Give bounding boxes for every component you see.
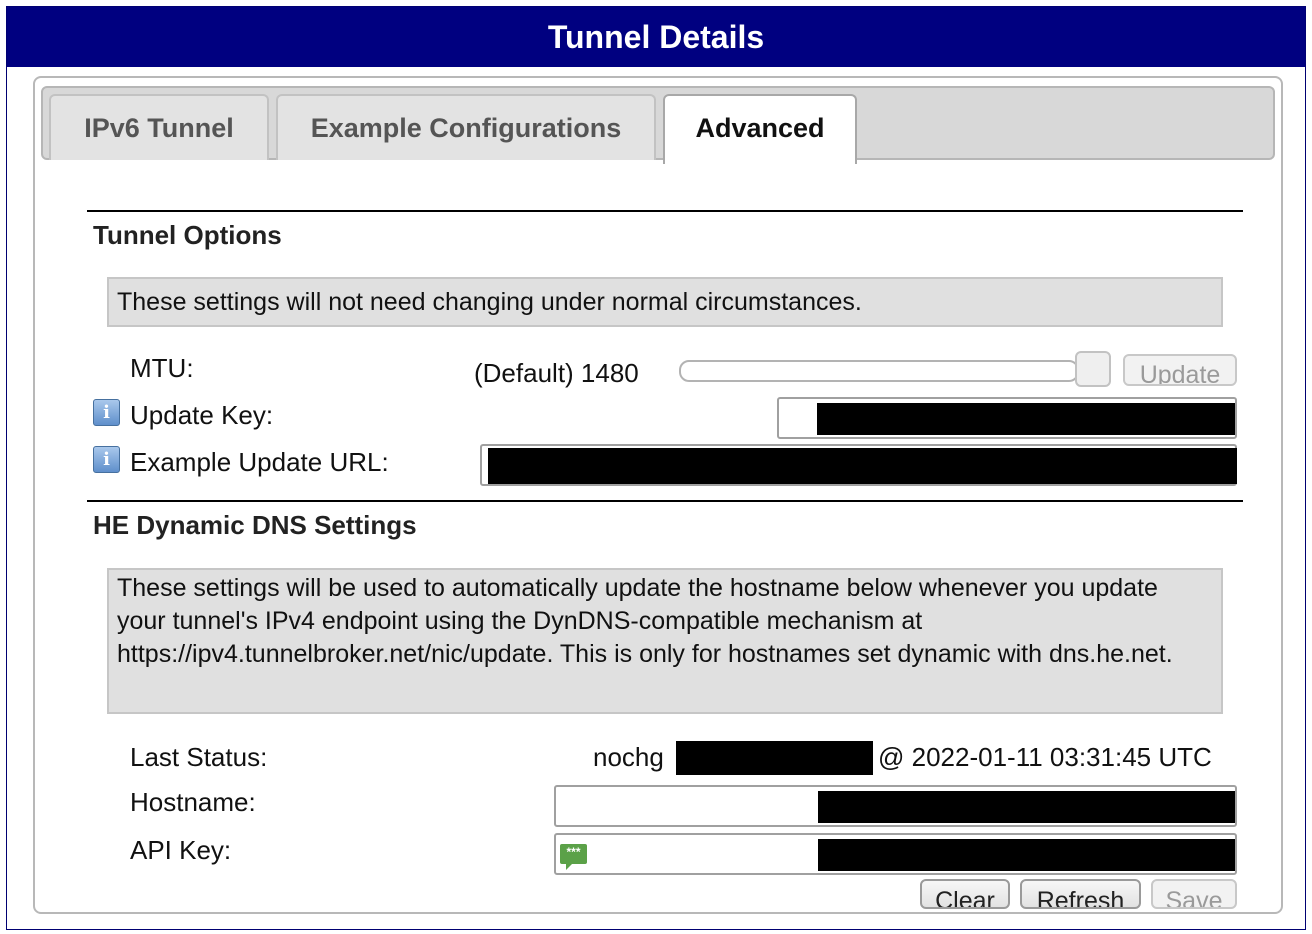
save-button[interactable]: Save bbox=[1151, 879, 1237, 909]
last-status-label: Last Status: bbox=[130, 742, 268, 772]
tab-ipv6-tunnel[interactable]: IPv6 Tunnel bbox=[49, 94, 269, 160]
update-key-field[interactable] bbox=[777, 397, 1237, 439]
tab-panel: IPv6 Tunnel Example Configurations Advan… bbox=[33, 76, 1283, 914]
redacted-value bbox=[676, 741, 873, 775]
last-status-timestamp: @ 2022-01-11 03:31:45 UTC bbox=[878, 742, 1212, 772]
mtu-update-button[interactable]: Update bbox=[1123, 354, 1237, 386]
window-title: Tunnel Details bbox=[7, 7, 1305, 67]
tab-bar: IPv6 Tunnel Example Configurations Advan… bbox=[41, 86, 1275, 164]
clear-button[interactable]: Clear bbox=[920, 879, 1010, 909]
redacted-value bbox=[488, 448, 1237, 484]
mtu-slider[interactable] bbox=[679, 360, 1079, 382]
hostname-label: Hostname: bbox=[130, 787, 256, 817]
tab-example-configurations[interactable]: Example Configurations bbox=[276, 94, 656, 160]
tunnel-options-notice: These settings will not need changing un… bbox=[107, 277, 1223, 327]
api-key-label: API Key: bbox=[130, 835, 232, 865]
refresh-button[interactable]: Refresh bbox=[1020, 879, 1141, 909]
tab-advanced[interactable]: Advanced bbox=[663, 94, 857, 164]
dyndns-notice: These settings will be used to automatic… bbox=[107, 568, 1223, 714]
hostname-field[interactable] bbox=[554, 785, 1237, 827]
mtu-label: MTU: bbox=[130, 353, 194, 383]
example-update-url-label: Example Update URL: bbox=[130, 447, 389, 477]
section-divider bbox=[87, 500, 1243, 502]
example-update-url-field[interactable] bbox=[480, 444, 1237, 486]
password-chat-icon[interactable]: *** bbox=[560, 844, 587, 870]
update-key-label: Update Key: bbox=[130, 400, 274, 430]
tunnel-options-title: Tunnel Options bbox=[93, 220, 282, 250]
redacted-value bbox=[817, 403, 1235, 435]
mtu-value: (Default) 1480 bbox=[474, 358, 639, 388]
info-icon[interactable]: i bbox=[93, 399, 120, 426]
section-divider bbox=[87, 210, 1243, 212]
redacted-value bbox=[818, 791, 1235, 823]
redacted-value bbox=[818, 839, 1235, 871]
last-status-value: nochg bbox=[593, 742, 664, 772]
tunnel-details-window: Tunnel Details IPv6 Tunnel Example Confi… bbox=[6, 6, 1306, 930]
mtu-slider-handle[interactable] bbox=[1075, 351, 1111, 387]
api-key-field[interactable]: *** bbox=[554, 833, 1237, 875]
info-icon[interactable]: i bbox=[93, 446, 120, 473]
dyndns-title: HE Dynamic DNS Settings bbox=[93, 510, 417, 540]
